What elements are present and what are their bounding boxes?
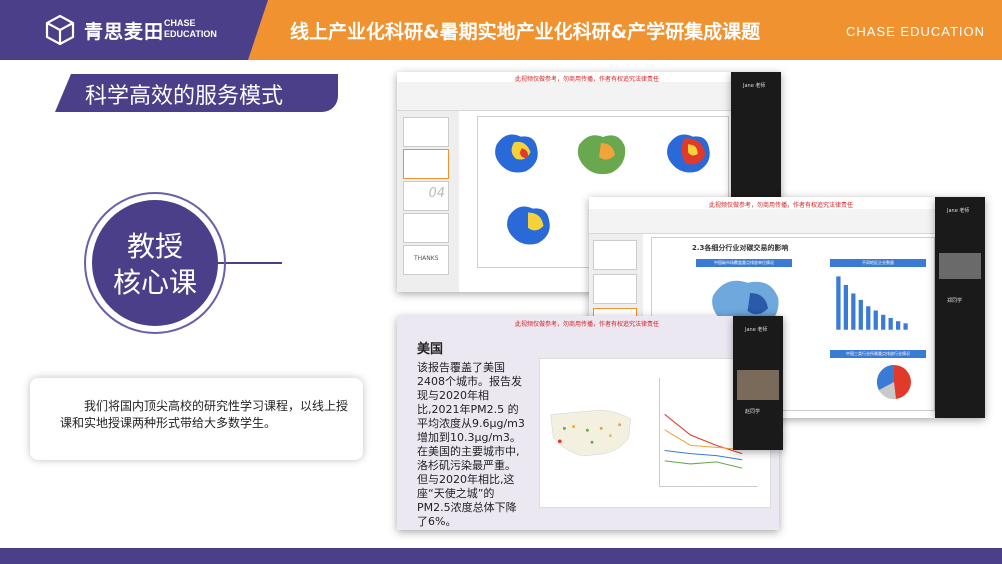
description-text: 我们将国内顶尖高校的研究性学习课程，以线上授课和实地授课两种形式带给大多数学生。: [60, 399, 349, 430]
logo-en-line1: CHASE: [164, 18, 196, 28]
participant-name: 赵同学: [745, 409, 761, 415]
panel-label: 中国碳市场覆盖重点排放单位情况: [696, 259, 792, 267]
participant-name: Jane 老师: [947, 208, 970, 214]
thumbnail-number: 04: [428, 186, 445, 201]
participant-video: [939, 253, 981, 279]
participant-name: 郑同学: [947, 298, 963, 304]
slide-title: 美国: [417, 342, 444, 357]
copyright-warning: 此视频仅做参考，勿商用传播，作者有权追究法律责任: [515, 321, 660, 328]
section-title-tag: 科学高效的服务模式: [55, 74, 338, 112]
participant-name: Jane 老师: [743, 83, 766, 89]
pie-chart-figure: [877, 365, 911, 400]
description-card: 我们将国内顶尖高校的研究性学习课程，以线上授课和实地授课两种形式带给大多数学生。: [30, 378, 363, 460]
header-bar: 青思麦田 CHASE EDUCATION 线上产业化科研&暑期实地产业化科研&产…: [0, 0, 1002, 60]
editor-toolbar: [589, 209, 935, 234]
map-figure: [495, 134, 538, 173]
video-strip-3: Jane 老师 赵同学: [733, 316, 783, 450]
participant-name: Jane 老师: [745, 327, 768, 333]
slide-heading: 2.3各细分行业对碳交易的影响: [692, 244, 789, 252]
section-title: 科学高效的服务模式: [85, 84, 284, 109]
logo-chinese-name: 青思麦田: [84, 21, 165, 43]
brand-text: CHASE EDUCATION: [846, 24, 985, 39]
thumbnail-thanks: THANKS: [414, 255, 439, 262]
page-headline: 线上产业化科研&暑期实地产业化科研&产学研集成课题: [290, 21, 761, 43]
logo-en-line2: EDUCATION: [164, 29, 217, 39]
logo-cube-icon: [45, 14, 75, 46]
footer-bar: [0, 548, 1002, 564]
editor-toolbar: [397, 82, 731, 111]
screenshot-us-slide: 此视频仅做参考，勿商用传播，作者有权追究法律责任 美国 该报告覆盖了美国2408…: [397, 316, 779, 530]
core-course-badge: 教授 核心课: [92, 200, 218, 326]
map-figure: [507, 206, 550, 245]
slide-thumbnail[interactable]: 04: [403, 181, 449, 211]
slide-thumbnail[interactable]: THANKS: [403, 245, 449, 275]
panel-label: 中国三类行业所属重点排放行业情况: [830, 350, 926, 358]
panel-label: 不同地区企业数量: [830, 259, 926, 267]
slide-thumbnail[interactable]: [403, 149, 449, 179]
slide-thumbnail-panel: 04 THANKS: [397, 111, 459, 292]
slide-thumbnail[interactable]: [403, 213, 449, 243]
video-strip-2: Jane 老师 郑同学: [935, 197, 985, 418]
badge-line1: 教授: [126, 230, 183, 263]
map-figure: [577, 135, 626, 175]
header-logo-area: 青思麦田 CHASE EDUCATION: [0, 0, 268, 60]
slide-thumbnail[interactable]: [593, 240, 637, 270]
slide-thumbnail[interactable]: [403, 117, 449, 147]
badge-line2: 核心课: [112, 266, 197, 299]
slide-thumbnail[interactable]: [593, 274, 637, 304]
logo-english-name: CHASE EDUCATION: [164, 18, 217, 40]
slide-body-text: 该报告覆盖了美国2408个城市。报告发现与2020年相比,2021年PM2.5 …: [417, 361, 525, 528]
map-figure: [667, 134, 710, 173]
copyright-warning: 此视频仅做参考，勿商用传播，作者有权追究法律责任: [709, 202, 854, 209]
us-map-figure: [550, 409, 631, 457]
participant-video: [737, 370, 779, 400]
bar-chart-figure: [836, 276, 908, 330]
